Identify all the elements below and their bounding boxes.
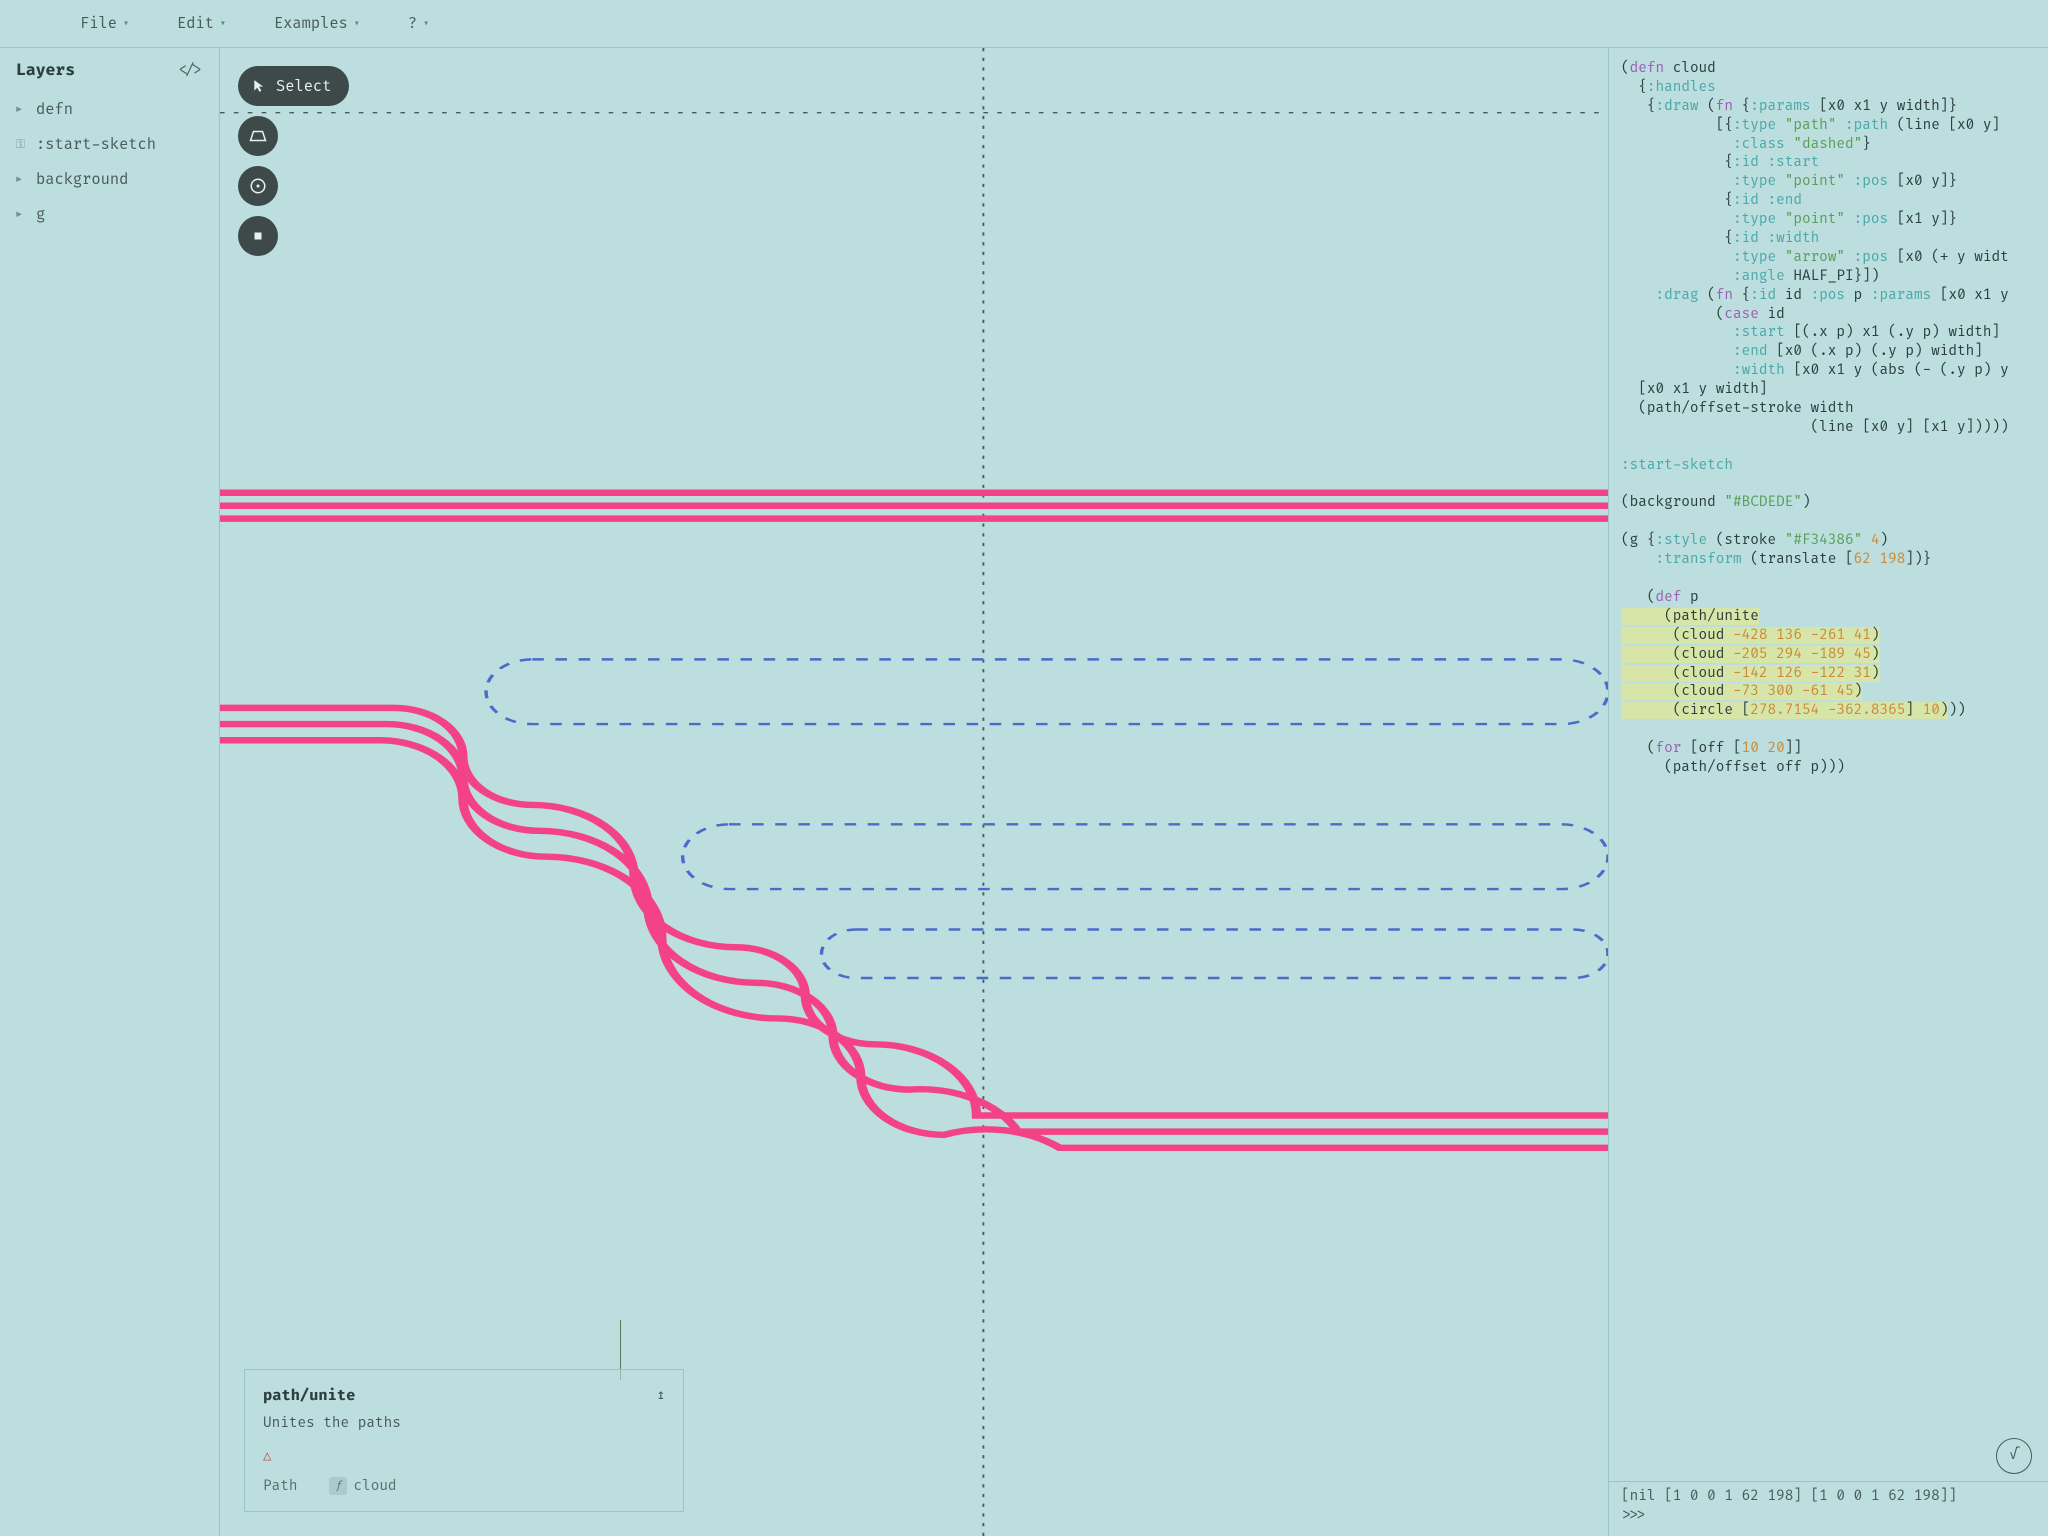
toggle-code-icon[interactable]: </> <box>177 62 203 79</box>
menu-examples[interactable]: Examples ▾ <box>274 14 360 33</box>
chevron-down-icon: ▾ <box>423 18 429 30</box>
warning-icon: △ <box>263 1448 665 1465</box>
layer-item[interactable]: ▶ defn <box>16 92 203 127</box>
layer-item[interactable]: ⚿ :start-sketch <box>16 127 203 162</box>
layer-label: g <box>36 205 45 224</box>
chevron-down-icon: ▾ <box>220 18 226 30</box>
circle-dot-icon <box>249 177 267 195</box>
triangle-right-icon: ▶ <box>16 104 26 116</box>
infobox-param-name: cloud <box>353 1478 396 1495</box>
tool-trapezoid[interactable] <box>238 116 278 156</box>
code-editor[interactable]: (defn cloud {:handles {:draw (fn {:param… <box>1609 48 2048 1481</box>
tool-column: Select <box>238 66 349 256</box>
console: [nil [1 0 0 1 62 198] [1 0 0 1 62 198]] … <box>1609 1481 2048 1536</box>
up-arrow-icon[interactable]: ↥ <box>657 1387 665 1404</box>
layer-label: :start-sketch <box>36 135 156 154</box>
eval-icon: √ <box>2010 1447 2019 1466</box>
chevron-down-icon: ▾ <box>123 18 129 30</box>
menu-bar: File ▾ Edit ▾ Examples ▾ ? ▾ <box>0 0 2048 48</box>
canvas-svg <box>220 48 1608 1536</box>
tool-select-label: Select <box>276 77 331 96</box>
menu-edit-label: Edit <box>177 14 214 33</box>
layer-label: background <box>36 170 128 189</box>
layers-header: Layers </> <box>16 60 203 80</box>
eval-button[interactable]: √ <box>1996 1438 2032 1474</box>
canvas[interactable]: Select <box>220 48 1608 1536</box>
infobox-title: path/unite <box>263 1386 355 1405</box>
console-prompt[interactable]: >>> <box>1621 1507 2036 1526</box>
infobox-description: Unites the paths <box>263 1415 665 1432</box>
menu-examples-label: Examples <box>274 14 348 33</box>
help-infobox: path/unite ↥ Unites the paths △ Path ƒ c… <box>244 1369 684 1512</box>
square-icon <box>251 229 265 243</box>
tool-select[interactable]: Select <box>238 66 349 106</box>
triangle-right-icon: ▶ <box>16 209 26 221</box>
menu-help-label: ? <box>408 14 417 33</box>
cursor-icon <box>252 79 266 93</box>
menu-file[interactable]: File ▾ <box>24 14 129 33</box>
main-area: Layers </> ▶ defn ⚿ :start-sketch ▶ backgroun… <box>0 48 2048 1536</box>
tool-circle[interactable] <box>238 166 278 206</box>
triangle-right-icon: ▶ <box>16 174 26 186</box>
tool-rect[interactable] <box>238 216 278 256</box>
chevron-down-icon: ▾ <box>354 18 360 30</box>
layer-item[interactable]: ▶ background <box>16 162 203 197</box>
console-output: [nil [1 0 0 1 62 198] [1 0 0 1 62 198]] <box>1621 1488 2036 1507</box>
layers-panel: Layers </> ▶ defn ⚿ :start-sketch ▶ backgroun… <box>0 48 220 1536</box>
menu-file-label: File <box>80 14 117 33</box>
trapezoid-icon <box>249 129 267 143</box>
layers-list: ▶defn⚿:start-sketch▶background▶g <box>16 92 203 232</box>
layer-item[interactable]: ▶g <box>16 197 203 232</box>
layers-title: Layers <box>16 60 75 80</box>
function-chip-icon: ƒ <box>329 1477 347 1495</box>
code-panel: (defn cloud {:handles {:draw (fn {:param… <box>1608 48 2048 1536</box>
infobox-param-type: Path <box>263 1478 297 1495</box>
infobox-param-value: ƒ cloud <box>329 1477 396 1495</box>
layer-label: defn <box>36 100 73 119</box>
menu-help[interactable]: ? ▾ <box>408 14 429 33</box>
key-icon: ⚿ <box>16 137 26 152</box>
menu-edit[interactable]: Edit ▾ <box>177 14 226 33</box>
